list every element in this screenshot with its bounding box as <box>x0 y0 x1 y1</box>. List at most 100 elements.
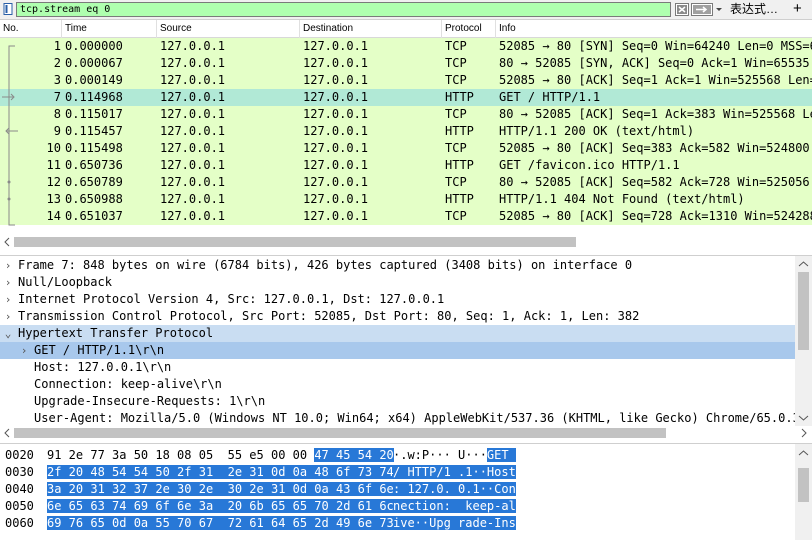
ascii-bytes[interactable]: / HTTP/1 .1··Host <box>393 464 516 481</box>
packet-bytes-pane: 0020 91 2e 77 3a 50 18 08 05 55 e5 00 00 … <box>0 443 812 540</box>
packet-row[interactable]: 11 0.650736 127.0.0.1 127.0.0.1 HTTP GET /fav… <box>0 157 812 174</box>
scroll-thumb[interactable] <box>14 237 576 247</box>
detail-tree-item[interactable]: › GET / HTTP/1.1\r\n <box>0 342 795 359</box>
packet-cell-time: 0.000067 <box>65 56 123 70</box>
collapsed-chevron-icon[interactable]: › <box>18 342 30 359</box>
detail-tree-label: Frame 7: 848 bytes on wire (6784 bits), … <box>18 258 633 272</box>
detail-tree-item[interactable]: › Frame 7: 848 bytes on wire (6784 bits),… <box>0 257 795 274</box>
packet-cell-dst: 127.0.0.1 <box>303 107 369 121</box>
packet-row[interactable]: 12 0.650789 127.0.0.1 127.0.0.1 TCP 80 → 5208… <box>0 174 812 191</box>
packet-cell-time: 0.115498 <box>65 141 123 155</box>
packet-cell-proto: HTTP <box>445 90 474 104</box>
packet-cell-proto: TCP <box>445 175 467 189</box>
column-header-no[interactable]: No. <box>0 20 62 38</box>
column-header-time[interactable]: Time <box>62 20 157 38</box>
byte-offset: 0040 <box>5 482 34 496</box>
packet-cell-time: 0.000149 <box>65 73 123 87</box>
ascii-selected: nection: keep-al <box>393 499 516 513</box>
filter-history-button[interactable] <box>714 3 724 16</box>
column-header-info[interactable]: Info <box>496 20 812 38</box>
detail-tree-item[interactable]: ⌄ Hypertext Transfer Protocol <box>0 325 795 342</box>
column-header-protocol[interactable]: Protocol <box>442 20 496 38</box>
bytes-vertical-scrollbar[interactable] <box>795 444 812 540</box>
packet-cell-dst: 127.0.0.1 <box>303 192 369 206</box>
packet-cell-info: 80 → 52085 [ACK] Seq=1 Ack=383 Win=52556… <box>499 107 812 121</box>
ascii-selected: ive··Upg rade-Ins <box>393 516 516 530</box>
packet-cell-dst: 127.0.0.1 <box>303 209 369 223</box>
packet-cell-info: HTTP/1.1 404 Not Found (text/html) <box>499 192 745 206</box>
packet-row[interactable]: 10 0.115498 127.0.0.1 127.0.0.1 TCP 52085 → 8… <box>0 140 812 157</box>
packet-cell-dst: 127.0.0.1 <box>303 56 369 70</box>
detail-tree-item[interactable]: Upgrade-Insecure-Requests: 1\r\n <box>0 393 795 410</box>
display-filter-input[interactable]: tcp.stream eq 0 <box>16 2 671 17</box>
ascii-selected: GET <box>486 448 516 462</box>
details-vertical-scrollbar[interactable] <box>795 256 812 426</box>
packet-row[interactable]: 3 0.000149 127.0.0.1 127.0.0.1 TCP 52085 → 80… <box>0 72 812 89</box>
byte-offset: 0050 <box>5 499 34 513</box>
packet-cell-dst: 127.0.0.1 <box>303 73 369 87</box>
packet-cell-src: 127.0.0.1 <box>160 209 226 223</box>
hex-bytes[interactable]: 3a 20 31 32 37 2e 30 2e 30 2e 31 0d 0a 4… <box>47 481 394 498</box>
packet-row[interactable]: 1 0.000000 127.0.0.1 127.0.0.1 TCP 52085 → 80… <box>0 38 812 55</box>
hex-bytes-selected: 69 76 65 0d 0a 55 70 67 72 61 64 65 2d 4… <box>47 516 394 530</box>
packet-row[interactable]: 14 0.651037 127.0.0.1 127.0.0.1 TCP 52085 → 8… <box>0 208 812 225</box>
details-horizontal-scrollbar[interactable] <box>0 426 812 440</box>
packet-cell-info: GET / HTTP/1.1 <box>499 90 601 104</box>
column-header-destination[interactable]: Destination <box>300 20 442 38</box>
ascii-bytes[interactable]: ive··Upg rade-Ins <box>393 515 516 532</box>
column-header-source[interactable]: Source <box>157 20 300 38</box>
packet-cell-proto: HTTP <box>445 192 474 206</box>
expression-button[interactable]: 表达式… <box>730 1 778 18</box>
packet-cell-proto: TCP <box>445 209 467 223</box>
hex-bytes-selected: 47 45 54 20 <box>314 448 394 462</box>
collapsed-chevron-icon[interactable]: › <box>2 308 14 325</box>
ascii-bytes[interactable]: nection: keep-al <box>393 498 516 515</box>
chevron-up-icon <box>798 450 809 456</box>
packet-cell-src: 127.0.0.1 <box>160 192 226 206</box>
hex-bytes[interactable]: 91 2e 77 3a 50 18 08 05 55 e5 00 00 47 4… <box>47 447 394 464</box>
packet-cell-time: 0.115017 <box>65 107 123 121</box>
ascii-bytes[interactable]: ·.w:P··· U···GET <box>393 447 516 464</box>
detail-tree-item[interactable]: › Transmission Control Protocol, Src Port… <box>0 308 795 325</box>
chevron-down-icon <box>716 8 722 11</box>
detail-tree-item[interactable]: › Internet Protocol Version 4, Src: 127.0… <box>0 291 795 308</box>
hex-bytes[interactable]: 69 76 65 0d 0a 55 70 67 72 61 64 65 2d 4… <box>47 515 394 532</box>
detail-tree-item[interactable]: User-Agent: Mozilla/5.0 (Windows NT 10.0… <box>0 410 795 427</box>
ascii-bytes[interactable]: : 127.0. 0.1··Con <box>393 481 516 498</box>
scroll-thumb[interactable] <box>798 272 809 350</box>
detail-tree-item[interactable]: Connection: keep-alive\r\n <box>0 376 795 393</box>
detail-tree-item[interactable]: Host: 127.0.0.1\r\n <box>0 359 795 376</box>
detail-tree-label: Null/Loopback <box>18 275 112 289</box>
packet-row[interactable]: 7 0.114968 127.0.0.1 127.0.0.1 HTTP GET / HTT… <box>0 89 812 106</box>
packet-row[interactable]: 8 0.115017 127.0.0.1 127.0.0.1 TCP 80 → 52085… <box>0 106 812 123</box>
apply-filter-button[interactable] <box>691 3 713 16</box>
collapsed-chevron-icon[interactable]: › <box>2 274 14 291</box>
packet-cell-dst: 127.0.0.1 <box>303 158 369 172</box>
packet-details-pane: › Frame 7: 848 bytes on wire (6784 bits),… <box>0 255 812 441</box>
hex-bytes[interactable]: 2f 20 48 54 54 50 2f 31 2e 31 0d 0a 48 6… <box>47 464 394 481</box>
hex-bytes[interactable]: 6e 65 63 74 69 6f 6e 3a 20 6b 65 65 70 2… <box>47 498 394 515</box>
packet-cell-dst: 127.0.0.1 <box>303 39 369 53</box>
add-filter-button[interactable]: + <box>793 0 802 18</box>
packet-cell-proto: TCP <box>445 73 467 87</box>
packet-row[interactable]: 9 0.115457 127.0.0.1 127.0.0.1 HTTP HTTP/1.1 … <box>0 123 812 140</box>
packet-cell-time: 0.650736 <box>65 158 123 172</box>
packet-row[interactable]: 13 0.650988 127.0.0.1 127.0.0.1 HTTP HTTP/1.1… <box>0 191 812 208</box>
expanded-chevron-icon[interactable]: ⌄ <box>2 325 14 342</box>
detail-tree-label: Host: 127.0.0.1\r\n <box>34 360 172 374</box>
hex-bytes-selected: 6e 65 63 74 69 6f 6e 3a 20 6b 65 65 70 2… <box>47 499 394 513</box>
packet-list-horizontal-scrollbar[interactable] <box>0 235 812 249</box>
packet-cell-proto: TCP <box>445 56 467 70</box>
detail-tree-label: GET / HTTP/1.1\r\n <box>34 343 165 357</box>
detail-tree-label: Hypertext Transfer Protocol <box>18 326 214 340</box>
bookmark-icon[interactable] <box>3 3 13 15</box>
detail-tree-item[interactable]: › Null/Loopback <box>0 274 795 291</box>
clear-filter-button[interactable] <box>675 3 689 16</box>
collapsed-chevron-icon[interactable]: › <box>2 291 14 308</box>
scroll-thumb[interactable] <box>14 428 666 438</box>
hex-bytes-selected: 2f 20 48 54 54 50 2f 31 2e 31 0d 0a 48 6… <box>47 465 394 479</box>
packet-cell-info: 52085 → 80 [ACK] Seq=383 Ack=582 Win=524… <box>499 141 812 155</box>
scroll-thumb[interactable] <box>798 468 809 502</box>
packet-row[interactable]: 2 0.000067 127.0.0.1 127.0.0.1 TCP 80 → 52085… <box>0 55 812 72</box>
collapsed-chevron-icon[interactable]: › <box>2 257 14 274</box>
